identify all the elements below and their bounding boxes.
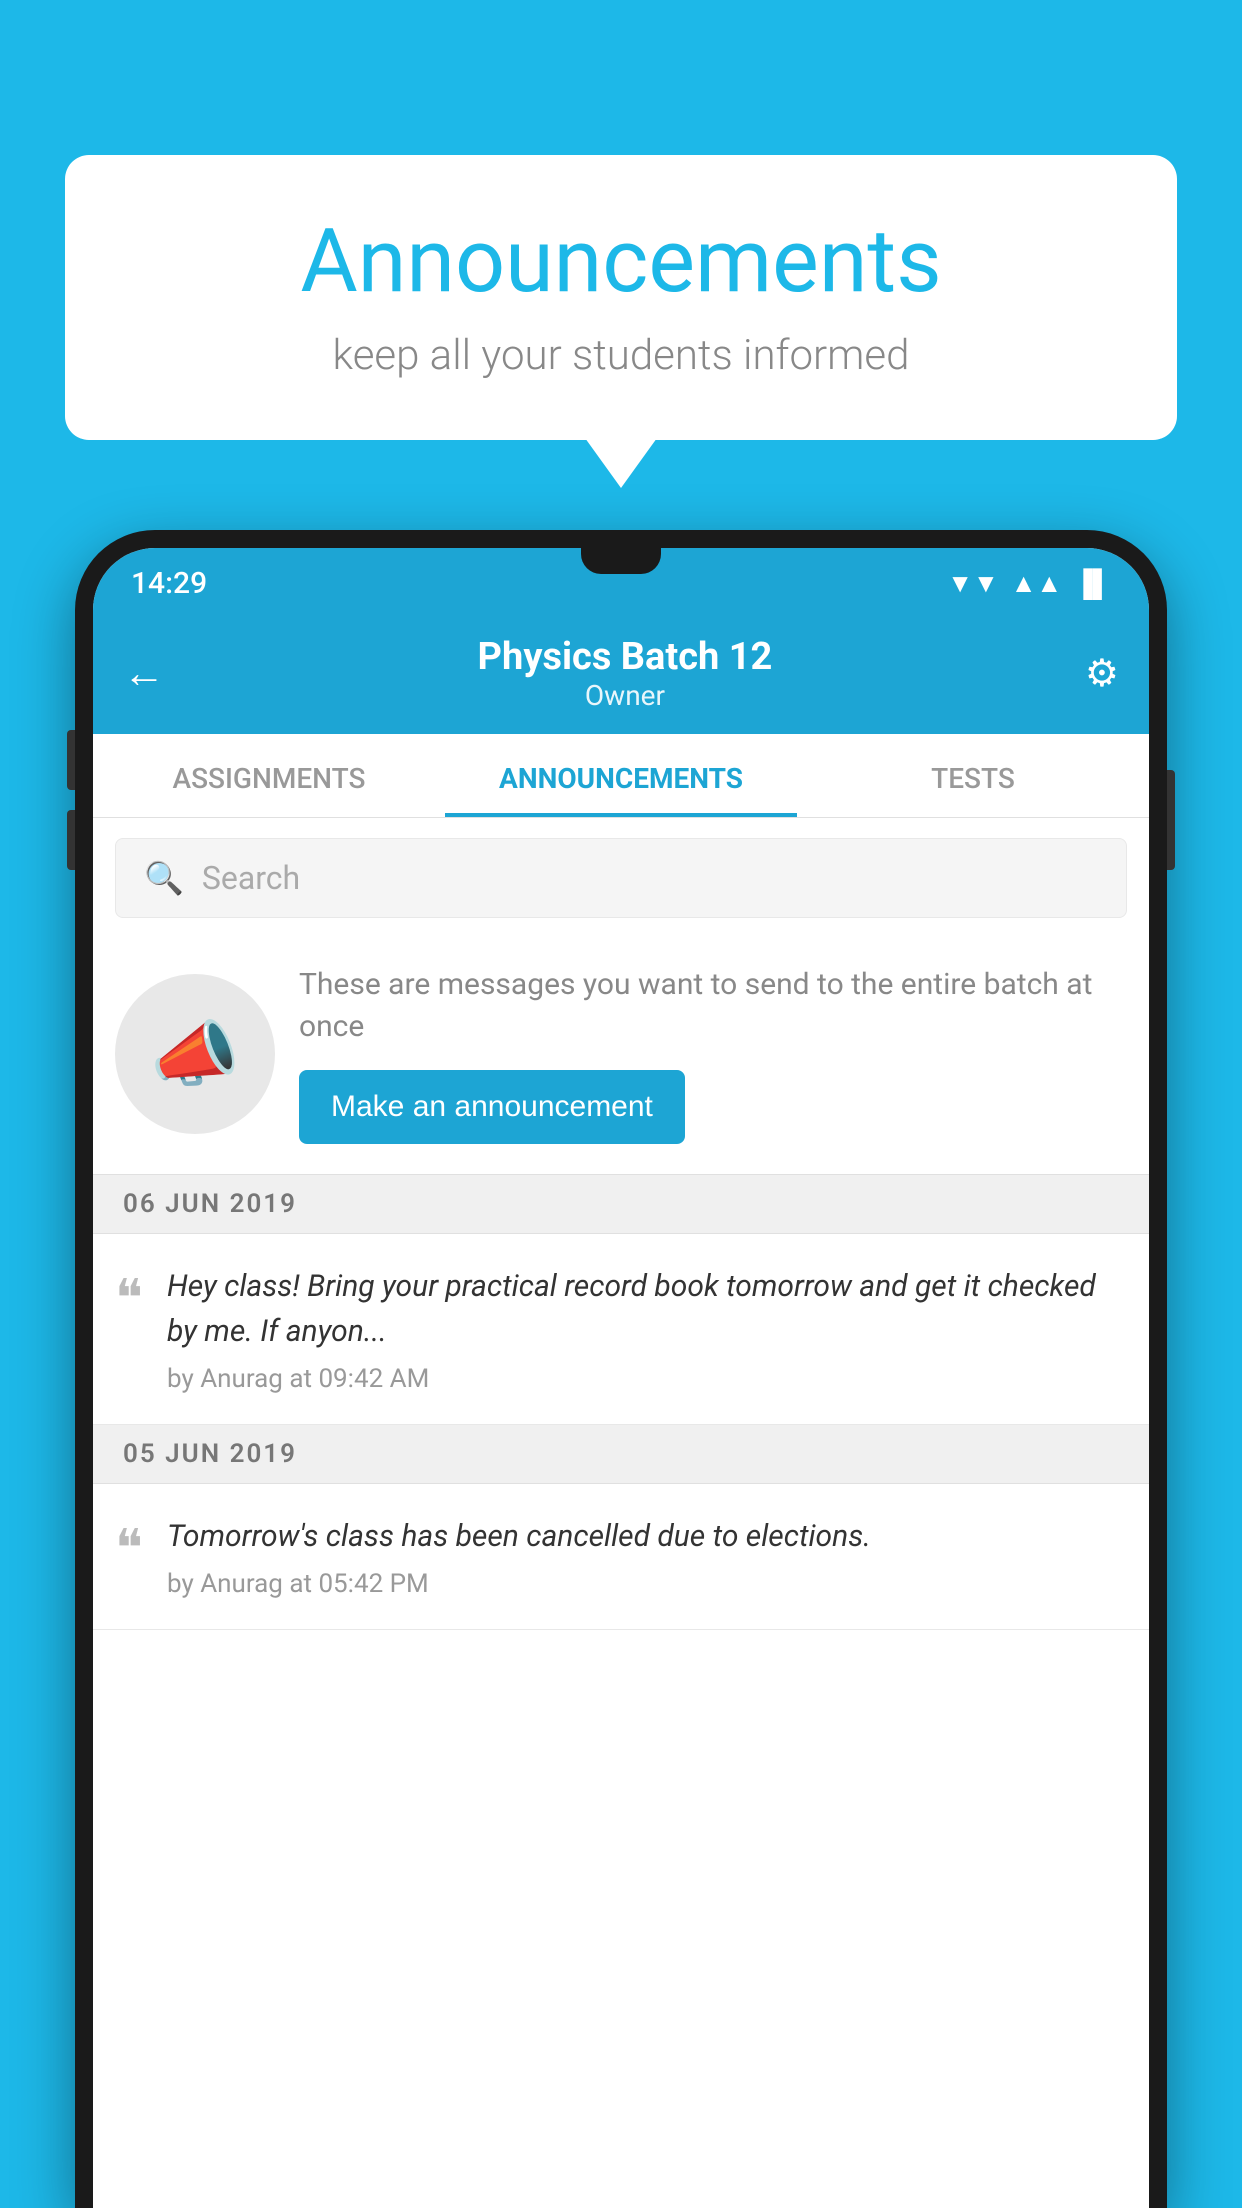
phone-notch	[581, 548, 661, 574]
speech-bubble-container: Announcements keep all your students inf…	[65, 155, 1177, 440]
announcement-content-2: Tomorrow's class has been cancelled due …	[167, 1514, 1127, 1599]
tab-bar: ASSIGNMENTS ANNOUNCEMENTS TESTS	[93, 734, 1149, 818]
announcement-empty-state: 📣 These are messages you want to send to…	[93, 934, 1149, 1175]
app-bar-title-section: Physics Batch 12 Owner	[478, 635, 773, 712]
search-icon: 🔍	[144, 859, 184, 897]
bubble-title: Announcements	[125, 210, 1117, 313]
bubble-subtitle: keep all your students informed	[125, 331, 1117, 380]
volume-up-button[interactable]	[67, 730, 75, 790]
date-separator-2: 05 JUN 2019	[93, 1425, 1149, 1484]
phone-screen: 14:29 ▼▼ ▲▲ ▐▌ ← Physics Batch 12 Owner …	[93, 548, 1149, 2208]
announcement-content-1: Hey class! Bring your practical record b…	[167, 1264, 1127, 1394]
announcement-text-2: Tomorrow's class has been cancelled due …	[167, 1514, 1127, 1559]
announcement-meta-1: by Anurag at 09:42 AM	[167, 1364, 1127, 1394]
announcement-empty-text: These are messages you want to send to t…	[299, 964, 1127, 1144]
announcement-meta-2: by Anurag at 05:42 PM	[167, 1569, 1127, 1599]
app-bar-subtitle: Owner	[478, 679, 773, 712]
tab-assignments[interactable]: ASSIGNMENTS	[93, 734, 445, 817]
content-area: 🔍 Search 📣 These are messages you want t…	[93, 818, 1149, 2208]
app-bar: ← Physics Batch 12 Owner ⚙	[93, 613, 1149, 734]
search-placeholder: Search	[202, 859, 300, 897]
phone-frame: 14:29 ▼▼ ▲▲ ▐▌ ← Physics Batch 12 Owner …	[75, 530, 1167, 2208]
power-button[interactable]	[1167, 770, 1175, 870]
tab-tests[interactable]: TESTS	[797, 734, 1149, 817]
empty-state-description: These are messages you want to send to t…	[299, 964, 1127, 1048]
signal-icon: ▲▲	[1011, 568, 1062, 599]
quote-icon-2: ❝	[115, 1518, 143, 1579]
settings-icon[interactable]: ⚙	[1085, 651, 1119, 696]
announcement-item-1: ❝ Hey class! Bring your practical record…	[93, 1234, 1149, 1425]
wifi-icon: ▼▼	[947, 568, 998, 599]
announcement-icon-circle: 📣	[115, 974, 275, 1134]
date-separator-1: 06 JUN 2019	[93, 1175, 1149, 1234]
speech-bubble: Announcements keep all your students inf…	[65, 155, 1177, 440]
battery-icon: ▐▌	[1074, 568, 1111, 599]
status-icons: ▼▼ ▲▲ ▐▌	[947, 568, 1111, 599]
make-announcement-button[interactable]: Make an announcement	[299, 1070, 685, 1144]
volume-down-button[interactable]	[67, 810, 75, 870]
quote-icon-1: ❝	[115, 1268, 143, 1329]
status-time: 14:29	[131, 566, 207, 601]
search-bar[interactable]: 🔍 Search	[115, 838, 1127, 918]
back-button[interactable]: ←	[123, 649, 165, 698]
tab-announcements[interactable]: ANNOUNCEMENTS	[445, 734, 797, 817]
app-bar-title: Physics Batch 12	[478, 635, 773, 679]
megaphone-icon: 📣	[150, 1012, 240, 1097]
announcement-item-2: ❝ Tomorrow's class has been cancelled du…	[93, 1484, 1149, 1630]
announcement-text-1: Hey class! Bring your practical record b…	[167, 1264, 1127, 1354]
